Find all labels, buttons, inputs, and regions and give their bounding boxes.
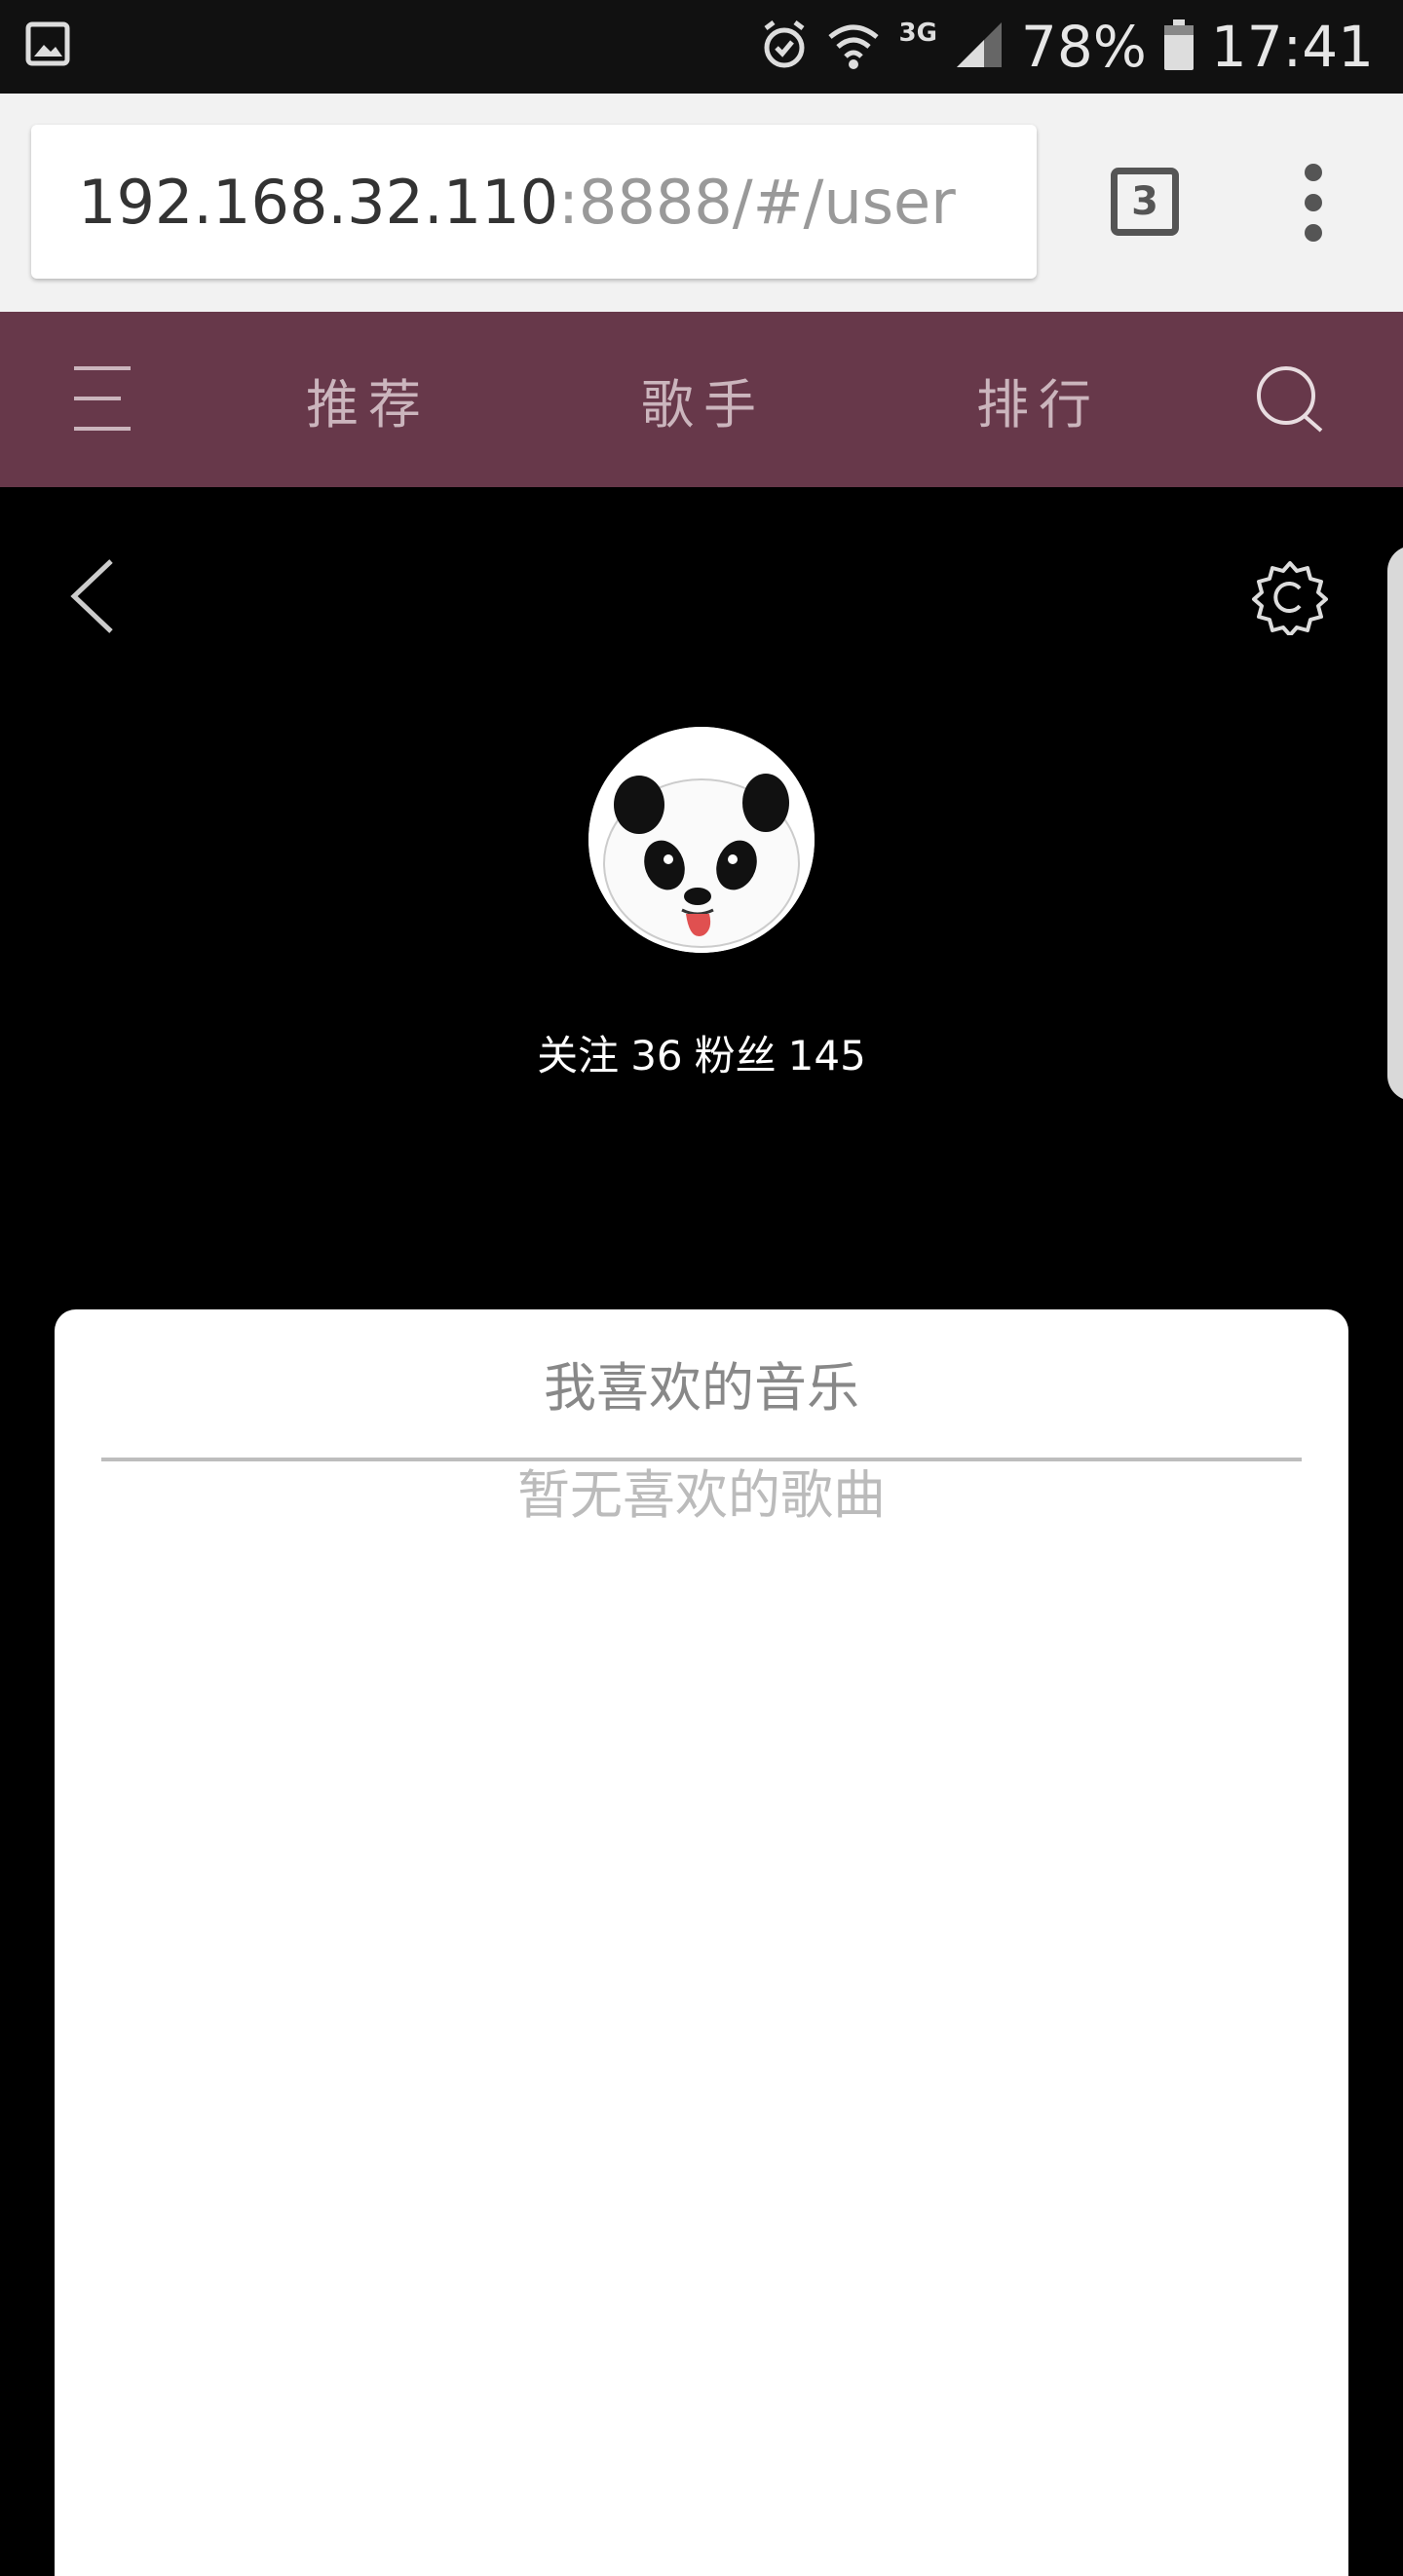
app-nav-bar: 推荐 歌手 排行 xyxy=(0,312,1403,487)
side-drawer-handle[interactable] xyxy=(1387,546,1403,1101)
user-page: 关注 36 粉丝 145 我喜欢的音乐 暂无喜欢的歌曲 xyxy=(0,487,1403,2576)
gallery-icon xyxy=(25,21,70,70)
battery-icon xyxy=(1163,19,1194,74)
wifi-icon xyxy=(826,19,881,74)
browser-menu-icon[interactable] xyxy=(1296,164,1331,242)
avatar[interactable] xyxy=(588,727,815,953)
network-type-label: 3G xyxy=(898,19,937,48)
signal-icon xyxy=(955,20,1004,73)
follow-label: 关注 xyxy=(537,1032,620,1080)
liked-music-title: 我喜欢的音乐 xyxy=(544,1357,859,1419)
clock-time: 17:41 xyxy=(1210,14,1374,80)
browser-toolbar: 192.168.32.110:8888/#/user 3 xyxy=(0,94,1403,312)
fans-label: 粉丝 xyxy=(694,1032,777,1080)
follow-stats: 关注 36 粉丝 145 xyxy=(0,1023,1403,1082)
panda-avatar-icon xyxy=(588,727,815,953)
tab-switcher-button[interactable]: 3 xyxy=(1111,168,1179,236)
nav-tab-singer[interactable]: 歌手 xyxy=(641,312,766,487)
empty-state-text: 暂无喜欢的歌曲 xyxy=(517,1464,886,1526)
follow-count[interactable]: 36 xyxy=(630,1032,682,1080)
liked-music-card: 我喜欢的音乐 暂无喜欢的歌曲 xyxy=(55,1309,1348,2576)
url-path: :8888/#/user xyxy=(558,166,956,238)
back-icon[interactable] xyxy=(64,555,123,641)
nav-tab-recommend[interactable]: 推荐 xyxy=(306,312,431,487)
nav-tab-rank[interactable]: 排行 xyxy=(976,312,1101,487)
status-bar: 3G 78% 17:41 xyxy=(0,0,1403,94)
menu-icon[interactable] xyxy=(70,362,134,438)
battery-percent: 78% xyxy=(1020,14,1147,80)
search-icon[interactable] xyxy=(1253,362,1327,440)
url-host: 192.168.32.110 xyxy=(78,166,559,238)
settings-icon[interactable] xyxy=(1251,557,1329,639)
url-bar[interactable]: 192.168.32.110:8888/#/user xyxy=(31,125,1037,279)
fans-count[interactable]: 145 xyxy=(788,1032,866,1080)
alarm-icon xyxy=(760,19,809,75)
